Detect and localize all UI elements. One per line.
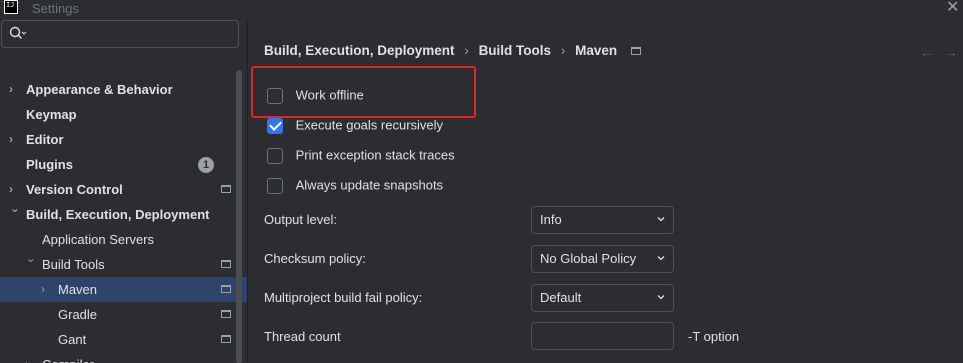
chevron-down-icon: ›	[24, 258, 39, 263]
project-settings-icon	[221, 310, 231, 318]
breadcrumb: Build, Execution, Deployment › Build Too…	[264, 43, 647, 58]
title-bar: IJ Settings ✕	[0, 0, 963, 20]
chevron-down-icon	[657, 295, 665, 300]
chevron-down-icon	[657, 217, 665, 222]
chevron-right-icon: ›	[25, 352, 37, 363]
project-settings-icon	[221, 285, 231, 293]
tree-item-build-tools[interactable]: › Build Tools	[0, 252, 236, 277]
project-settings-icon	[221, 260, 231, 268]
breadcrumb-separator-icon: ›	[560, 43, 566, 58]
window-title: Settings	[32, 1, 79, 16]
project-settings-icon	[221, 335, 231, 343]
thread-count-hint: -T option	[688, 329, 740, 344]
back-arrow-icon[interactable]: ←	[920, 44, 944, 60]
print-stack-traces-checkbox[interactable]: Print exception stack traces	[267, 146, 455, 166]
tree-item-keymap[interactable]: Keymap	[0, 102, 236, 127]
tree-item-editor[interactable]: › Editor	[0, 127, 236, 152]
tree-item-application-servers[interactable]: Application Servers	[0, 227, 236, 252]
checkbox-label: Print exception stack traces	[295, 147, 455, 163]
breadcrumb-item: Build, Execution, Deployment	[264, 43, 455, 58]
multiproject-policy-dropdown[interactable]: Default	[531, 284, 674, 312]
checkbox-box[interactable]	[267, 177, 283, 194]
multiproject-policy-label: Multiproject build fail policy:	[264, 290, 423, 305]
forward-arrow-icon[interactable]: →	[944, 44, 963, 60]
tree-item-maven[interactable]: › Maven	[0, 277, 236, 302]
dropdown-value: Info	[540, 212, 562, 227]
output-level-label: Output level:	[264, 212, 337, 227]
thread-count-input[interactable]	[531, 322, 674, 350]
checkbox-label: Execute goals recursively	[295, 117, 444, 133]
close-icon[interactable]: ✕	[946, 0, 959, 17]
chevron-down-icon	[657, 256, 665, 261]
breadcrumb-item: Maven	[575, 43, 618, 58]
checkbox-label: Always update snapshots	[295, 177, 444, 193]
breadcrumb-separator-icon: ›	[464, 43, 469, 58]
update-snapshots-checkbox[interactable]: Always update snapshots	[267, 176, 443, 196]
dropdown-value: Default	[540, 290, 582, 305]
breadcrumb-item: Build Tools	[478, 43, 552, 58]
tree-item-compiler[interactable]: › Compiler	[0, 352, 236, 363]
annotation-highlight-box	[251, 66, 476, 118]
chevron-right-icon: ›	[9, 82, 13, 96]
project-settings-icon	[630, 47, 641, 55]
checkbox-box[interactable]	[267, 117, 283, 134]
output-level-dropdown[interactable]: Info	[531, 206, 674, 234]
app-icon: IJ	[4, 0, 18, 14]
chevron-right-icon: ›	[9, 182, 13, 196]
chevron-right-icon: ›	[41, 282, 45, 296]
checkbox-box[interactable]	[267, 147, 283, 164]
execute-recursively-checkbox[interactable]: Execute goals recursively	[267, 116, 443, 136]
thread-count-label: Thread count	[264, 329, 341, 344]
navigation-arrows: ←→	[920, 44, 963, 60]
tree-item-build-execution[interactable]: › Build, Execution, Deployment	[0, 202, 236, 227]
panel-divider[interactable]	[247, 20, 248, 363]
tree-item-appearance[interactable]: › Appearance & Behavior	[0, 77, 236, 102]
plugins-update-badge: 1	[198, 157, 214, 173]
checksum-policy-label: Checksum policy:	[264, 251, 366, 266]
search-input[interactable]	[1, 20, 239, 48]
chevron-right-icon: ›	[9, 132, 13, 146]
tree-scrollbar[interactable]	[236, 70, 242, 363]
project-settings-icon	[221, 185, 231, 193]
checksum-policy-dropdown[interactable]: No Global Policy	[531, 245, 674, 273]
search-icon	[9, 26, 27, 39]
chevron-down-icon: ›	[8, 208, 23, 213]
tree-item-gradle[interactable]: Gradle	[0, 302, 236, 327]
tree-item-version-control[interactable]: › Version Control	[0, 177, 236, 202]
dropdown-value: No Global Policy	[540, 251, 637, 266]
tree-item-gant[interactable]: Gant	[0, 327, 236, 352]
